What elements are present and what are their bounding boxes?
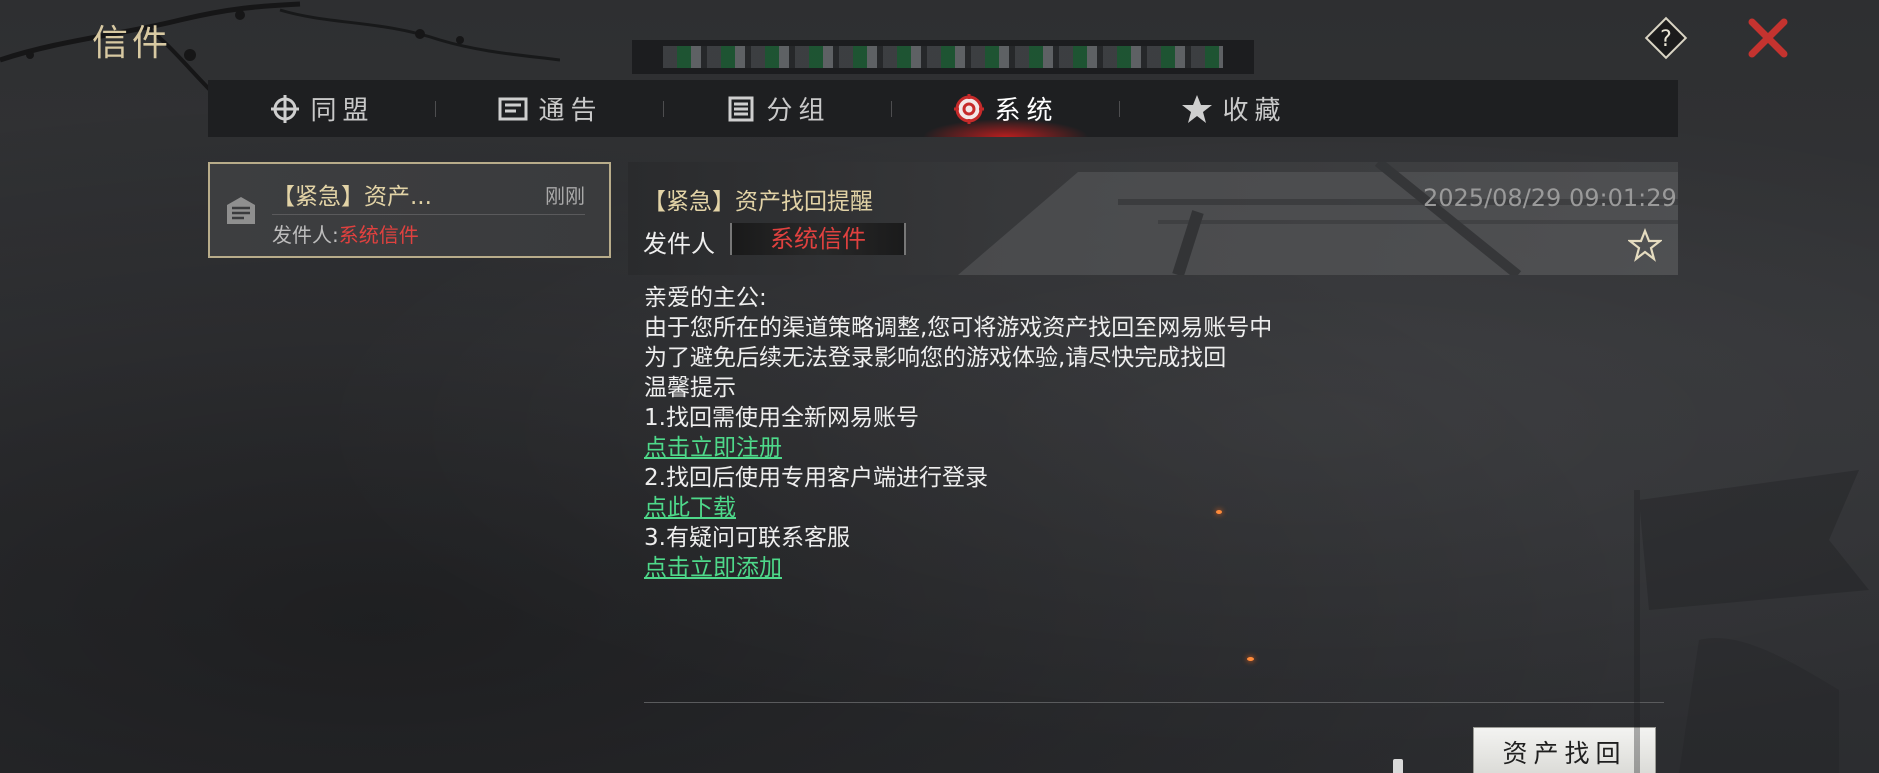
tab-label: 收藏 <box>1222 96 1287 126</box>
header-scenery <box>958 162 1678 275</box>
favorite-button[interactable] <box>1626 228 1664 262</box>
tab-label: 同盟 <box>310 96 375 126</box>
add-support-link[interactable]: 点击立即添加 <box>644 555 782 581</box>
ember-particle <box>1216 510 1222 514</box>
close-icon <box>1748 18 1788 58</box>
alliance-icon <box>271 94 300 123</box>
tab-label: 分组 <box>766 96 831 126</box>
mail-screen: 信件 ? 同盟 通告 分组 系统 收藏 【紧急】资产... 刚刚 发件人:系统信… <box>0 0 1879 773</box>
system-gear-icon <box>954 93 985 124</box>
sender-label: 发件人: <box>272 223 339 247</box>
flag-silhouette <box>1634 470 1869 773</box>
server-name-bar <box>632 40 1254 74</box>
mail-body: 亲爱的主公: 由于您所在的渠道策略调整,您可将游戏资产找回至网易账号中 为了避免… <box>644 283 1624 583</box>
register-link[interactable]: 点击立即注册 <box>644 435 782 461</box>
scroll-marker <box>1393 759 1403 773</box>
svg-text:?: ? <box>1660 27 1672 52</box>
divider <box>272 214 585 215</box>
close-button[interactable] <box>1747 17 1789 59</box>
tab-notice[interactable]: 通告 <box>436 80 663 137</box>
body-line: 为了避免后续无法登录影响您的游戏体验,请尽快完成找回 <box>644 345 1227 371</box>
envelope-icon <box>227 197 255 224</box>
tab-group[interactable]: 分组 <box>664 80 891 137</box>
mail-detail-subject: 【紧急】资产找回提醒 <box>643 189 873 215</box>
sender-field-label: 发件人 <box>643 230 715 258</box>
sender-name: 系统信件 <box>338 223 419 247</box>
mail-detail-header <box>628 162 1678 275</box>
mail-item-time: 刚刚 <box>545 184 585 208</box>
body-line: 3.有疑问可联系客服 <box>644 525 850 551</box>
sender-field-value: 系统信件 <box>730 223 906 255</box>
tab-label: 通告 <box>538 96 603 126</box>
mail-detail-date: 2025/08/29 09:01:29 <box>1423 184 1677 212</box>
body-divider <box>644 702 1664 703</box>
page-title: 信件 <box>92 23 173 64</box>
body-line: 温馨提示 <box>644 375 736 401</box>
star-outline-icon <box>1626 228 1664 262</box>
mail-item-subject: 【紧急】资产... <box>272 184 432 210</box>
star-filled-icon <box>1182 94 1213 123</box>
mail-tab-bar: 同盟 通告 分组 系统 收藏 <box>208 80 1678 137</box>
body-line: 1.找回需使用全新网易账号 <box>644 405 919 431</box>
help-button[interactable]: ? <box>1643 15 1689 61</box>
body-line: 亲爱的主公: <box>644 285 767 311</box>
tab-favorites[interactable]: 收藏 <box>1120 80 1347 137</box>
body-line: 由于您所在的渠道策略调整,您可将游戏资产找回至网易账号中 <box>644 315 1273 341</box>
tab-alliance[interactable]: 同盟 <box>208 80 435 137</box>
notice-icon <box>498 97 528 120</box>
body-line: 2.找回后使用专用客户端进行登录 <box>644 465 988 491</box>
mail-item-sender: 发件人:系统信件 <box>272 219 419 248</box>
ember-particle <box>1247 657 1254 661</box>
server-name-blurred <box>663 46 1223 68</box>
download-link[interactable]: 点此下载 <box>644 495 736 521</box>
help-icon: ? <box>1644 16 1688 60</box>
mail-list-item[interactable]: 【紧急】资产... 刚刚 发件人:系统信件 <box>208 162 611 258</box>
tab-system[interactable]: 系统 <box>892 80 1119 137</box>
group-list-icon <box>728 96 754 121</box>
tab-label: 系统 <box>994 96 1059 126</box>
